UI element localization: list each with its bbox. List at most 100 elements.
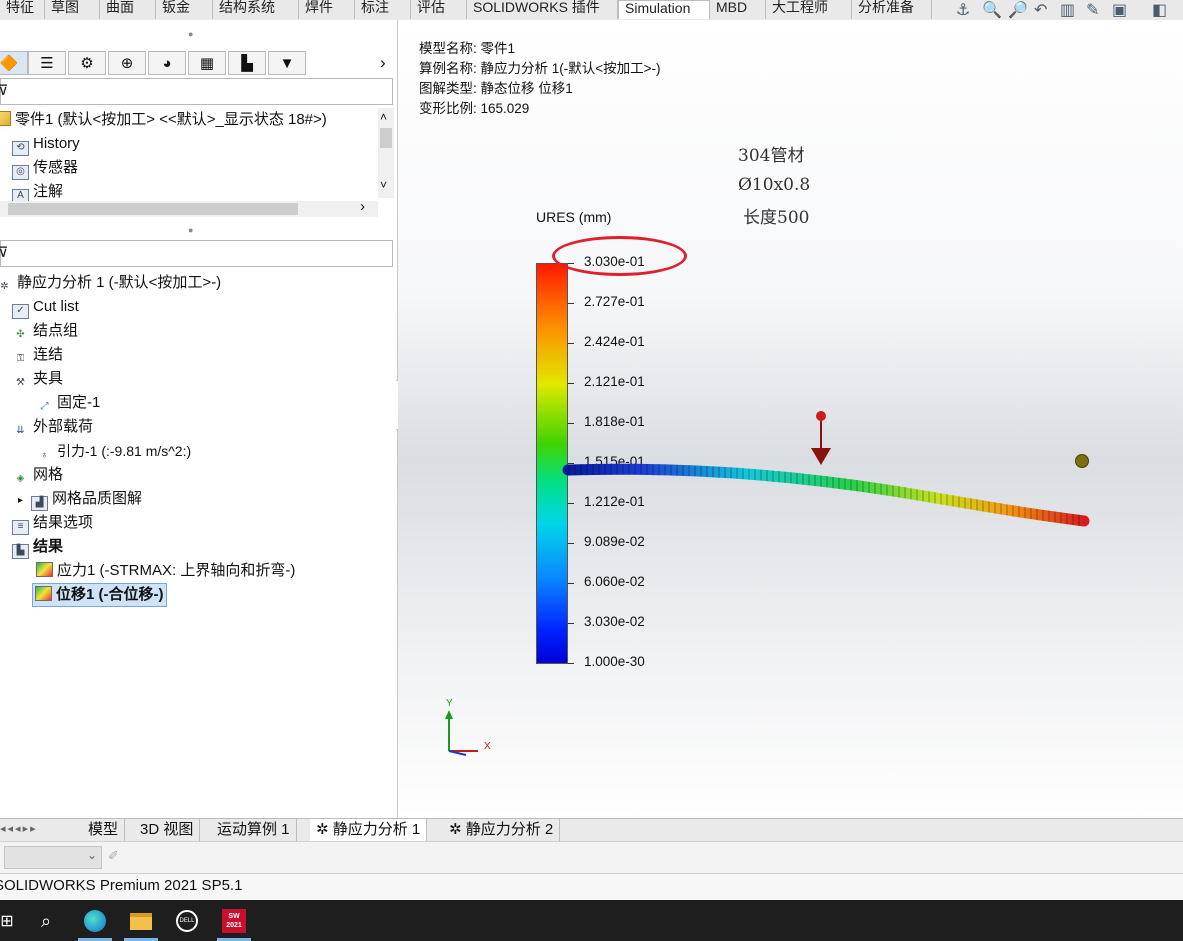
command-manager-tabs: 特征 草图 曲面 钣金 结构系统 焊件 标注 评估 SOLIDWORKS 插件 …	[0, 0, 1183, 21]
study-item-fixed[interactable]: ⤢ 固定-1	[36, 392, 101, 414]
study-item-mesh[interactable]: ◈ 网格	[12, 464, 63, 486]
tab-sketch[interactable]: 草图	[45, 0, 100, 19]
splitter-grip-top[interactable]: ●	[188, 29, 193, 39]
tree-horizontal-scrollbar[interactable]: ›	[0, 198, 378, 217]
sensor-icon: ◎	[12, 165, 29, 180]
tab-engineer[interactable]: 大工程师	[766, 0, 852, 19]
scroll-down-icon[interactable]: ˅	[380, 178, 387, 192]
status-bar: SOLIDWORKS Premium 2021 SP5.1	[0, 873, 1183, 901]
tree-item-annotations[interactable]: A 注解	[12, 181, 63, 201]
tab-model[interactable]: 模型	[82, 819, 126, 841]
tab-motion-study-1[interactable]: 运动算例 1	[211, 819, 297, 841]
simulation-tab-icon[interactable]: ▦	[188, 51, 226, 75]
study-item-cut-list[interactable]: ✓ Cut list	[12, 296, 79, 319]
tab-3d-view[interactable]: 3D 视图	[134, 819, 201, 841]
study-tab-icon: ✲	[449, 821, 466, 838]
display-manager-tab-icon[interactable]: ◕	[148, 51, 186, 75]
chevron-right-icon[interactable]: ›	[380, 53, 386, 73]
tab-scroll-buttons[interactable]: ◂◂◂▸▸	[0, 822, 70, 838]
expand-arrow-icon[interactable]: ▸	[18, 495, 23, 506]
tab-surfaces[interactable]: 曲面	[100, 0, 156, 19]
study-item-mesh-quality[interactable]: ▸ ▟ 网格品质图解	[18, 488, 142, 511]
display-style-icon[interactable]: ◧	[1152, 0, 1167, 20]
tab-structure-system[interactable]: 结构系统	[213, 0, 299, 19]
dell-icon[interactable]: DELL	[172, 906, 202, 936]
chevron-down-icon[interactable]: ⌄	[87, 848, 97, 862]
tree-item-history[interactable]: ⟲ History	[12, 133, 80, 156]
configuration-select[interactable]: ⌄	[4, 846, 102, 869]
tree-item-sensors[interactable]: ◎ 传感器	[12, 157, 78, 180]
mesh-quality-plot-icon: ▟	[31, 496, 49, 511]
study-item-joint-group[interactable]: ✣ 结点组	[12, 320, 78, 342]
reference-point-marker[interactable]	[1075, 454, 1089, 468]
tab-static-study-2[interactable]: ✲ 静应力分析 2	[443, 819, 561, 841]
history-icon: ⟲	[12, 141, 29, 156]
tab-simulation[interactable]: Simulation	[618, 0, 710, 19]
cam-tab-icon[interactable]: ▙	[228, 51, 266, 75]
study-icon: ✲	[0, 281, 9, 292]
tab-evaluate[interactable]: 评估	[411, 0, 467, 19]
solidworks-app-icon[interactable]: SW 2021	[219, 906, 249, 936]
result-stress-plot[interactable]: 应力1 (-STRMAX: 上界轴向和折弯-)	[36, 560, 295, 582]
filter-icon: ⊽	[0, 82, 9, 98]
previous-view-icon[interactable]: ↶	[1034, 0, 1047, 20]
tree-vertical-scrollbar[interactable]: ˄ ˅	[378, 108, 394, 198]
tab-features[interactable]: 特征	[0, 0, 45, 19]
document-tabs: ◂◂◂▸▸ 模型 3D 视图 运动算例 1 ✲ 静应力分析 1 ✲ 静应力分析 …	[0, 818, 1183, 842]
annotation-icon: A	[12, 189, 29, 201]
property-manager-tab-icon[interactable]: ☰	[28, 51, 66, 75]
tab-solidworks-addins[interactable]: SOLIDWORKS 插件	[467, 0, 618, 19]
scroll-right-icon[interactable]: ›	[360, 198, 365, 215]
configuration-manager-tab-icon[interactable]: ⚙	[68, 51, 106, 75]
manager-tabs: 🔶 ☰ ⚙ ⊕ ◕ ▦ ▙ ▼ ›	[0, 47, 386, 75]
study-filter-input[interactable]: ⊽	[0, 240, 393, 267]
zoom-area-icon[interactable]: 🔎	[1008, 0, 1028, 20]
study-root[interactable]: ✲ 静应力分析 1 (-默认<按加工>-)	[0, 272, 221, 294]
anchor-icon[interactable]: ⚓	[956, 0, 970, 20]
windows-taskbar: ⊞ ⌕ DELL SW 2021	[0, 900, 1183, 941]
feature-manager-panel: ● 🔶 ☰ ⚙ ⊕ ◕ ▦ ▙ ▼ › ⊽ 零件1 (默认<按加工> <<默认>…	[0, 20, 398, 820]
deformed-pipe-model[interactable]: Y X	[398, 20, 1183, 818]
search-icon[interactable]: ⌕	[31, 906, 61, 936]
study-item-result-options[interactable]: ≡ 结果选项	[12, 512, 93, 535]
tree-filter-input[interactable]: ⊽	[0, 78, 393, 105]
splitter-grip-middle[interactable]: ●	[188, 225, 193, 235]
tab-analysis-prep[interactable]: 分析准备	[852, 0, 932, 19]
study-item-external-loads[interactable]: ⇊ 外部载荷	[12, 416, 93, 438]
zoom-fit-icon[interactable]: 🔍	[982, 0, 1002, 20]
scroll-thumb[interactable]	[8, 203, 298, 215]
tab-weldments[interactable]: 焊件	[299, 0, 355, 19]
joint-group-icon: ✣	[16, 329, 25, 340]
study-item-fixtures[interactable]: ⚒ 夹具	[12, 368, 63, 390]
section-view-icon[interactable]: ▥	[1060, 0, 1075, 20]
external-loads-icon: ⇊	[16, 425, 25, 436]
graphics-area[interactable]: 模型名称: 零件1 算例名称: 静应力分析 1(-默认<按加工>-) 图解类型:…	[398, 20, 1183, 818]
dynamic-annotation-icon[interactable]: ✎	[1086, 0, 1099, 20]
file-explorer-icon[interactable]	[126, 906, 156, 936]
study-item-results[interactable]: ▙ 结果	[12, 536, 63, 559]
study-item-connections[interactable]: ⚿ 连结	[12, 344, 63, 366]
dimxpert-tab-icon[interactable]: ⊕	[108, 51, 146, 75]
results-folder-icon: ▙	[12, 544, 29, 559]
feature-manager-tab-icon[interactable]: 🔶	[0, 51, 28, 75]
tree-part-root[interactable]: 零件1 (默认<按加工> <<默认>_显示状态 18#>)	[0, 109, 327, 131]
windows-start-icon[interactable]: ⊞	[0, 906, 22, 936]
force-arrow-icon[interactable]	[811, 411, 831, 465]
scroll-thumb[interactable]	[380, 128, 392, 148]
tab-markup[interactable]: 标注	[355, 0, 411, 19]
edge-browser-icon[interactable]	[80, 906, 110, 936]
result-displacement-plot[interactable]: 位移1 (-合位移-)	[32, 583, 167, 607]
cut-list-icon: ✓	[12, 304, 29, 319]
hole-wizard-tab-icon[interactable]: ▼	[268, 51, 306, 75]
study-tab-icon: ✲	[316, 821, 333, 838]
tab-sheet-metal[interactable]: 钣金	[156, 0, 213, 19]
study-item-gravity[interactable]: ♁ 引力-1 (:-9.81 m/s^2:)	[36, 440, 191, 462]
scroll-up-icon[interactable]: ˄	[380, 110, 387, 124]
eraser-icon[interactable]: ✐	[108, 848, 119, 864]
tab-static-study-1[interactable]: ✲ 静应力分析 1	[310, 819, 428, 841]
connections-icon: ⚿	[16, 353, 25, 364]
filter-icon: ⊽	[0, 244, 9, 260]
view-orientation-icon[interactable]: ▣	[1112, 0, 1127, 20]
triad-x-label: X	[484, 741, 491, 752]
tab-mbd[interactable]: MBD	[710, 0, 766, 19]
